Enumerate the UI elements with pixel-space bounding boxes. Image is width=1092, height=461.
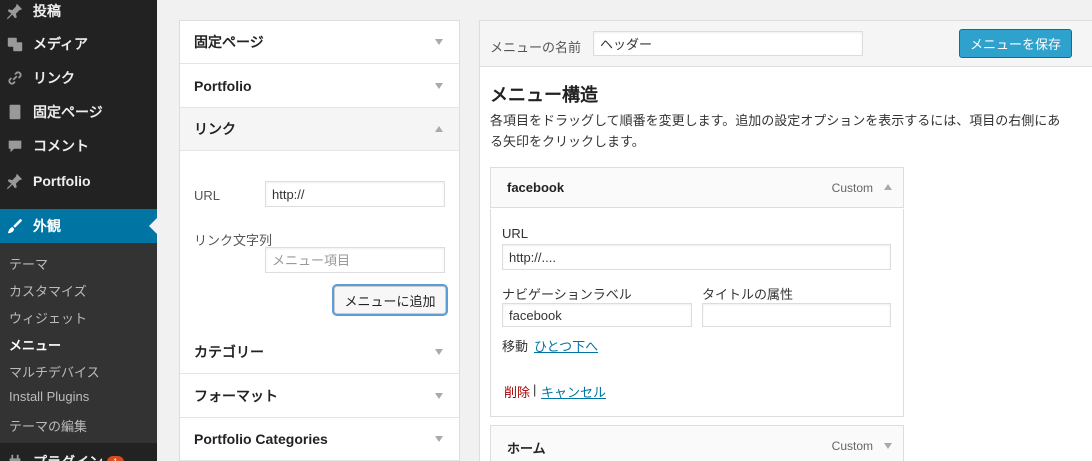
- nav-label: コメント: [33, 138, 89, 154]
- menu-management-panel: メニューの名前 メニューを保存 メニュー構造 各項目をドラッグして順番を変更しま…: [479, 20, 1092, 461]
- chevron-down-icon[interactable]: [884, 443, 892, 449]
- menu-structure-title: メニュー構造: [490, 85, 598, 105]
- nav-label: 外観: [33, 218, 61, 234]
- nav-label: メディア: [33, 36, 89, 52]
- submenu-install-plugins[interactable]: Install Plugins: [9, 389, 89, 404]
- link-icon: [5, 68, 25, 88]
- brush-icon: [5, 216, 25, 236]
- add-to-menu-button[interactable]: メニューに追加: [334, 286, 446, 314]
- menu-item-facebook[interactable]: facebook Custom: [490, 167, 904, 208]
- nav-label: リンク: [33, 70, 75, 86]
- plugin-icon: [5, 452, 25, 461]
- title-attribute-input[interactable]: [702, 303, 891, 327]
- accordion-pages[interactable]: 固定ページ: [180, 21, 459, 64]
- nav-item-portfolio[interactable]: Portfolio: [0, 164, 157, 198]
- menu-item-title: ホーム: [507, 441, 546, 456]
- pin-icon: [5, 1, 25, 21]
- nav-label: 投稿: [33, 3, 61, 19]
- url-label: URL: [194, 188, 221, 203]
- nav-item-media[interactable]: メディア: [0, 27, 157, 61]
- chevron-up-icon[interactable]: [884, 184, 892, 190]
- nav-item-plugins[interactable]: プラグイン 1: [0, 445, 157, 461]
- update-count-badge: 1: [107, 456, 125, 461]
- nav-item-appearance[interactable]: 外観: [0, 209, 157, 243]
- title-attribute-label: タイトルの属性: [702, 287, 794, 302]
- link-text-input[interactable]: [265, 247, 445, 273]
- cancel-link[interactable]: キャンセル: [541, 382, 606, 401]
- save-menu-button[interactable]: メニューを保存: [959, 29, 1072, 58]
- nav-item-comments[interactable]: コメント: [0, 129, 157, 163]
- submenu-multi-device[interactable]: マルチデバイス: [9, 362, 100, 381]
- description-line: る矢印をクリックします。: [490, 134, 645, 149]
- accordion-title: カテゴリー: [194, 344, 264, 360]
- page-icon: [5, 102, 25, 122]
- comment-icon: [5, 136, 25, 156]
- menu-name-label: メニューの名前: [490, 40, 582, 55]
- menu-structure-description: 各項目をドラッグして順番を変更します。追加の設定オプションを表示するには、項目の…: [490, 110, 1080, 152]
- nav-label: 固定ページ: [33, 104, 103, 120]
- move-down-link[interactable]: ひとつ下へ: [534, 336, 598, 355]
- chevron-up-icon[interactable]: [435, 126, 443, 132]
- menu-item-title: facebook: [507, 180, 565, 195]
- nav-label-label: ナビゲーションラベル: [502, 287, 632, 302]
- move-label: 移動: [502, 339, 529, 354]
- menu-item-type: Custom: [831, 181, 873, 195]
- nav-label-input[interactable]: [502, 303, 692, 327]
- link-text-label: リンク文字列: [194, 233, 273, 248]
- accordion-title: リンク: [194, 121, 236, 137]
- submenu-customize[interactable]: カスタマイズ: [9, 281, 87, 300]
- submenu-themes[interactable]: テーマ: [9, 254, 48, 273]
- add-menu-items-panel: 固定ページ Portfolio リンク URL リンク文字列 メニューに追加 カ…: [179, 20, 460, 461]
- chevron-down-icon[interactable]: [435, 393, 443, 399]
- submenu-menus[interactable]: メニュー: [9, 335, 61, 354]
- accordion-title: Portfolio: [194, 78, 252, 94]
- chevron-down-icon[interactable]: [435, 83, 443, 89]
- link-separator: |: [533, 382, 537, 397]
- menu-header: メニューの名前 メニューを保存: [480, 21, 1092, 67]
- description-line: 各項目をドラッグして順番を変更します。追加の設定オプションを表示するには、項目の…: [490, 113, 1061, 128]
- item-url-label: URL: [502, 226, 529, 241]
- nav-label: プラグイン: [33, 452, 103, 461]
- accordion-title: 固定ページ: [194, 34, 264, 50]
- accordion-portfolio[interactable]: Portfolio: [180, 65, 459, 108]
- nav-item-links[interactable]: リンク: [0, 61, 157, 95]
- pin-icon: [5, 171, 25, 191]
- submenu-theme-editor[interactable]: テーマの編集: [9, 416, 87, 435]
- accordion-title: Portfolio Categories: [194, 431, 328, 447]
- menu-item-settings: URL ナビゲーションラベル タイトルの属性 移動 ひとつ下へ 削除 | キャン…: [490, 209, 904, 417]
- delete-link[interactable]: 削除: [504, 382, 530, 401]
- appearance-submenu: テーマ カスタマイズ ウィジェット メニュー マルチデバイス Install P…: [0, 243, 157, 443]
- nav-label: Portfolio: [33, 173, 91, 189]
- accordion-categories[interactable]: カテゴリー: [180, 331, 459, 374]
- chevron-down-icon[interactable]: [435, 39, 443, 45]
- submenu-widgets[interactable]: ウィジェット: [9, 308, 87, 327]
- chevron-down-icon[interactable]: [435, 436, 443, 442]
- links-form: URL リンク文字列 メニューに追加: [180, 152, 459, 352]
- media-icon: [5, 34, 25, 54]
- accordion-links[interactable]: リンク: [180, 108, 459, 151]
- admin-sidebar: 投稿 メディア リンク 固定ページ コメント Portfolio 外観 テーマ …: [0, 0, 157, 461]
- accordion-formats[interactable]: フォーマット: [180, 375, 459, 418]
- accordion-portfolio-categories[interactable]: Portfolio Categories: [180, 418, 459, 461]
- nav-item-posts[interactable]: 投稿: [0, 0, 157, 28]
- chevron-down-icon[interactable]: [435, 349, 443, 355]
- menu-name-input[interactable]: [593, 31, 863, 56]
- accordion-title: フォーマット: [194, 388, 278, 404]
- menu-item-home[interactable]: ホーム Custom: [490, 425, 904, 461]
- menu-item-type: Custom: [831, 439, 873, 453]
- link-url-input[interactable]: [265, 181, 445, 207]
- item-url-input[interactable]: [502, 244, 891, 270]
- nav-item-pages[interactable]: 固定ページ: [0, 95, 157, 129]
